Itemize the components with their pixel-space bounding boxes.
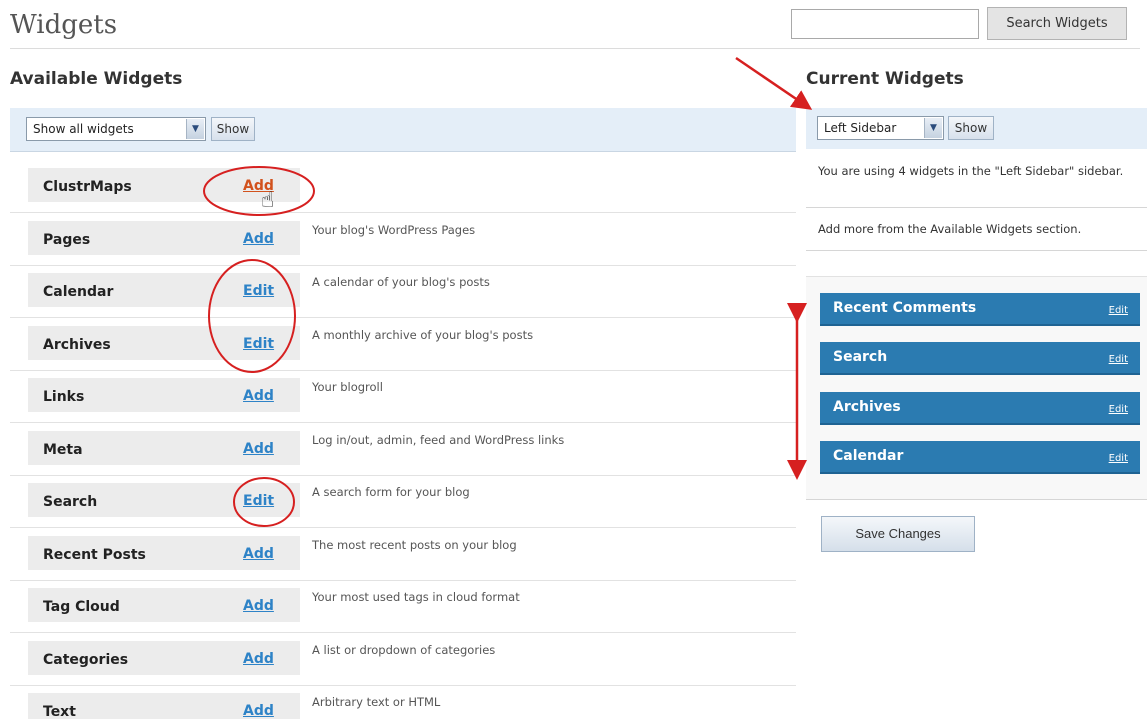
current-widget-item[interactable]: Search Edit	[820, 342, 1140, 376]
widget-add-link[interactable]: Add	[243, 546, 274, 562]
widget-add-link[interactable]: Add	[243, 441, 274, 457]
chevron-down-icon: ▼	[186, 119, 204, 139]
current-widget-edit-link[interactable]: Edit	[1109, 453, 1128, 464]
available-widgets-heading: Available Widgets	[10, 69, 183, 89]
current-widgets-heading: Current Widgets	[806, 69, 964, 89]
widget-row: Archives Edit A monthly archive of your bl…	[10, 318, 796, 371]
sidebar-select[interactable]: Left Sidebar ▼	[817, 116, 944, 140]
widget-description: Log in/out, admin, feed and WordPress li…	[312, 432, 565, 447]
search-widgets-input[interactable]	[791, 9, 979, 39]
current-widget-edit-link[interactable]: Edit	[1109, 305, 1128, 316]
widget-row: Search Edit A search form for your blog	[10, 475, 796, 528]
widget-count-info: You are using 4 widgets in the "Left Sid…	[818, 164, 1124, 178]
current-widget-title: Calendar	[833, 447, 904, 464]
widget-row: Text Add Arbitrary text or HTML	[10, 685, 796, 719]
current-widget-item[interactable]: Archives Edit	[820, 391, 1140, 425]
widget-row: Categories Add A list or dropdown of categ…	[10, 633, 796, 686]
widget-add-link[interactable]: Add	[243, 598, 274, 614]
pointer-hand-icon: ☝	[261, 188, 275, 213]
widget-filter-value: Show all widgets	[33, 122, 134, 136]
widget-description: Arbitrary text or HTML	[312, 695, 441, 709]
widget-add-link[interactable]: Add	[243, 388, 274, 404]
widget-row: Recent Posts Add The most recent posts on …	[10, 528, 796, 581]
widget-description: Your blog's WordPress Pages	[312, 222, 476, 237]
header-divider	[10, 48, 1140, 49]
widget-description: A calendar of your blog's posts	[312, 275, 490, 289]
info-divider	[806, 250, 1147, 251]
current-widget-title: Recent Comments	[833, 300, 977, 316]
sidebar-select-value: Left Sidebar	[824, 121, 897, 135]
widget-description: Your blogroll	[312, 380, 383, 394]
available-filter-bar: Show all widgets ▼ Show	[10, 108, 796, 152]
widget-row: Meta Add Log in/out, admin, feed and WordP…	[10, 423, 796, 476]
current-widget-title: Archives	[833, 398, 901, 415]
save-changes-button[interactable]: Save Changes	[821, 516, 975, 552]
widget-description: A monthly archive of your blog's posts	[312, 327, 534, 342]
current-widget-edit-link[interactable]: Edit	[1109, 404, 1128, 415]
page-title: Widgets	[10, 10, 118, 40]
widget-row: Pages Add Your blog's WordPress Pages	[10, 213, 796, 266]
widget-add-link[interactable]: Add	[243, 651, 274, 667]
current-widget-title: Search	[833, 349, 888, 366]
info-divider	[806, 207, 1147, 208]
widget-edit-link[interactable]: Edit	[243, 283, 274, 299]
sidebar-show-button[interactable]: Show	[948, 116, 994, 140]
arrow-to-sidebar-select	[735, 56, 813, 110]
widget-add-link[interactable]: Add	[243, 231, 274, 247]
filter-show-button[interactable]: Show	[211, 117, 255, 141]
chevron-down-icon: ▼	[924, 118, 942, 138]
widget-description: The most recent posts on your blog	[312, 537, 517, 552]
widget-add-link[interactable]: Add	[243, 703, 274, 719]
add-more-hint: Add more from the Available Widgets sect…	[818, 222, 1082, 236]
widget-row: ClustrMaps Add	[10, 160, 796, 213]
widget-description: A search form for your blog	[312, 485, 470, 499]
widget-edit-link[interactable]: Edit	[243, 493, 274, 509]
search-widgets-button[interactable]: Search Widgets	[987, 7, 1127, 40]
widget-row: Tag Cloud Add Your most used tags in cloud…	[10, 580, 796, 633]
current-widget-item[interactable]: Recent Comments Edit	[820, 293, 1140, 326]
widget-row: Calendar Edit A calendar of your blog's po…	[10, 265, 796, 318]
widget-description: A list or dropdown of categories	[312, 642, 496, 657]
current-sidebar-bar: Left Sidebar ▼ Show	[806, 108, 1147, 149]
current-widget-edit-link[interactable]: Edit	[1109, 354, 1128, 365]
widget-description: Your most used tags in cloud format	[312, 590, 520, 604]
widget-filter-select[interactable]: Show all widgets ▼	[26, 117, 206, 141]
widget-row: Links Add Your blogroll	[10, 370, 796, 423]
widget-edit-link[interactable]: Edit	[243, 336, 274, 352]
current-widget-item[interactable]: Calendar Edit	[820, 440, 1140, 474]
